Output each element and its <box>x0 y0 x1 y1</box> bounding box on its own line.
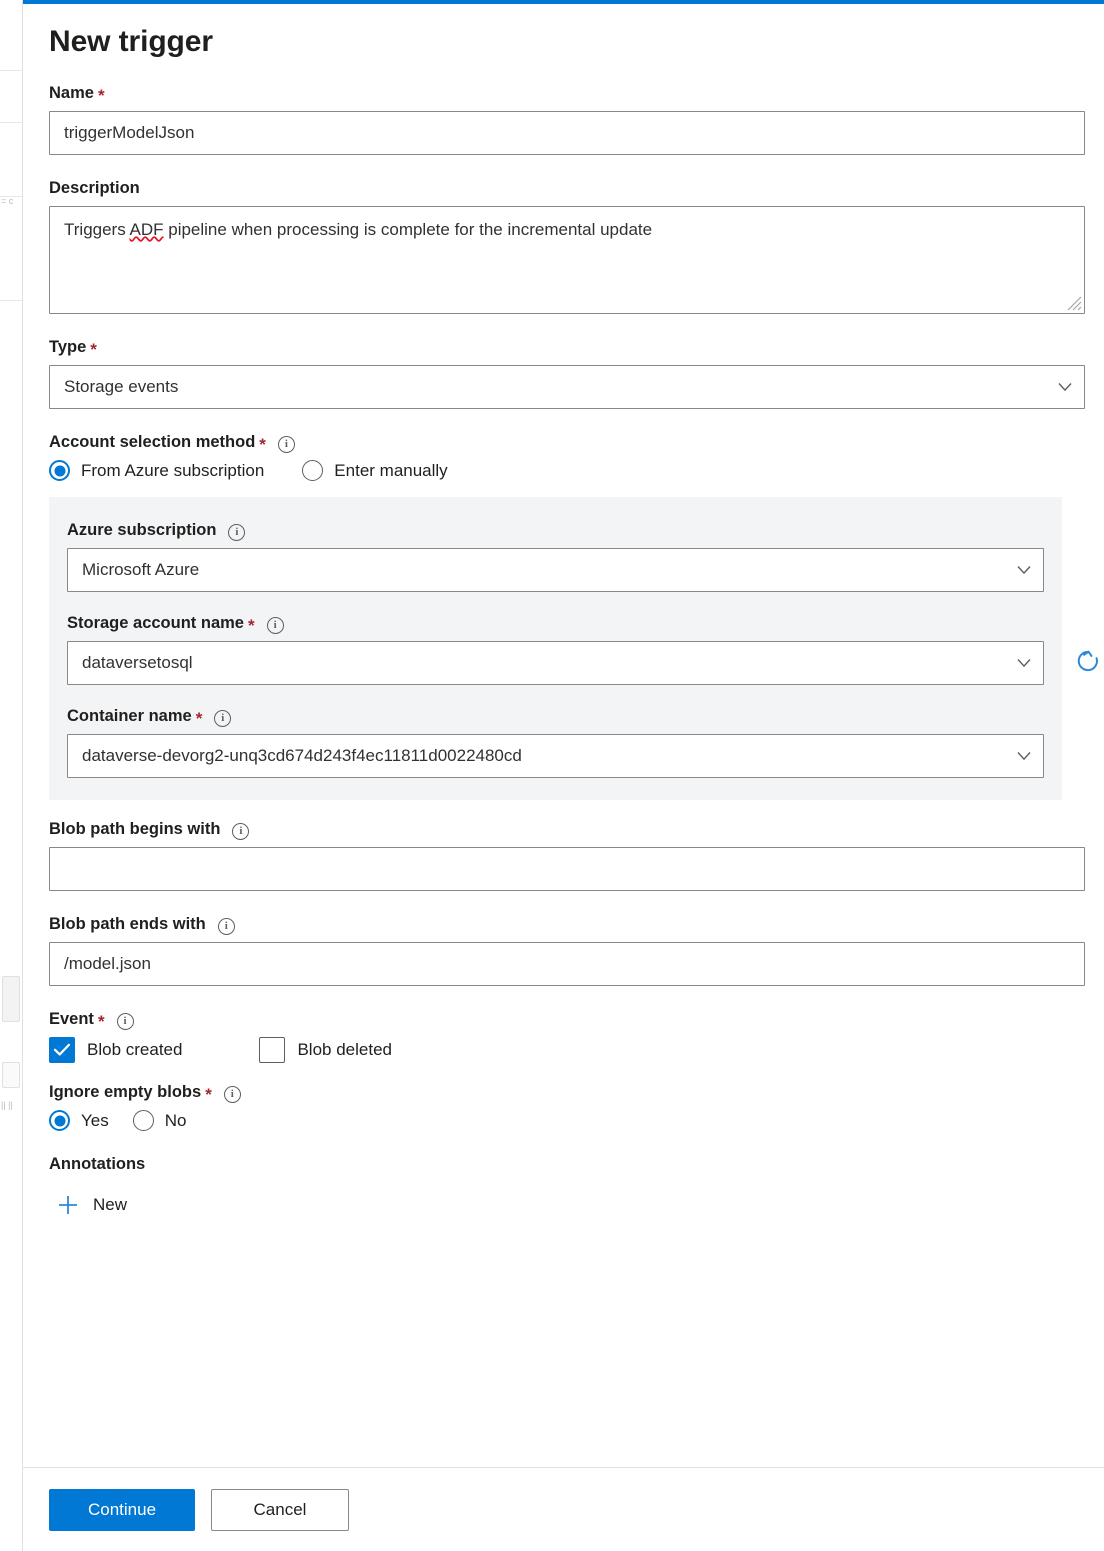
description-label-text: Description <box>49 177 140 199</box>
description-text-pre: Triggers <box>64 220 130 239</box>
blade-footer: Continue Cancel <box>23 1467 1104 1551</box>
description-misspelled-word: ADF <box>130 220 164 239</box>
blob-path-begins-with-label-text: Blob path begins with <box>49 818 220 840</box>
description-label: Description <box>49 177 1085 199</box>
type-label-text: Type <box>49 336 86 358</box>
refresh-icon[interactable] <box>1074 647 1102 675</box>
field-blob-path-begins-with: Blob path begins with i <box>49 818 1085 891</box>
blade-body: New trigger Name * Description Triggers <box>23 4 1104 1467</box>
info-icon[interactable]: i <box>278 436 295 453</box>
checkbox-label-blob-deleted: Blob deleted <box>297 1040 392 1060</box>
account-selection-required-asterisk: * <box>259 436 266 453</box>
storage-account-name-dropdown[interactable]: dataversetosql <box>67 641 1044 685</box>
radio-label-enter-manually: Enter manually <box>334 461 447 481</box>
field-description: Description Triggers ADF pipeline when p… <box>49 177 1085 314</box>
ignore-empty-blobs-required-asterisk: * <box>205 1086 212 1103</box>
type-required-asterisk: * <box>90 341 97 358</box>
type-label: Type * <box>49 336 1085 358</box>
blob-path-begins-with-label: Blob path begins with i <box>49 818 1085 840</box>
annotations-label-text: Annotations <box>49 1153 145 1175</box>
event-label: Event * i <box>49 1008 1085 1030</box>
description-text-post: pipeline when processing is complete for… <box>164 220 653 239</box>
azure-subscription-dropdown[interactable]: Microsoft Azure <box>67 548 1044 592</box>
plus-icon <box>57 1194 79 1216</box>
checkbox-blob-created[interactable]: Blob created <box>49 1037 182 1063</box>
checkmark-icon <box>54 1043 71 1056</box>
info-icon[interactable]: i <box>224 1086 241 1103</box>
radio-from-azure-subscription[interactable]: From Azure subscription <box>49 460 264 481</box>
ignore-empty-blobs-label: Ignore empty blobs * i <box>49 1081 1085 1103</box>
event-label-text: Event <box>49 1008 94 1030</box>
blob-path-ends-with-input[interactable] <box>49 942 1085 986</box>
field-storage-account-name: Storage account name * i dataversetosql <box>67 612 1044 685</box>
radio-indicator-unselected[interactable] <box>133 1110 154 1131</box>
container-name-dropdown[interactable]: dataverse-devorg2-unq3cd674d243f4ec11811… <box>67 734 1044 778</box>
field-container-name: Container name * i dataverse-devorg2-unq… <box>67 705 1044 778</box>
screen: = c || || New trigger Name * <box>0 0 1104 1551</box>
radio-label-yes: Yes <box>81 1111 109 1131</box>
azure-account-subpanel: Azure subscription i Microsoft Azure <box>49 497 1062 800</box>
account-selection-radio-group: From Azure subscription Enter manually <box>49 460 1085 481</box>
field-blob-path-ends-with: Blob path ends with i <box>49 913 1085 986</box>
ignore-empty-blobs-radio-group: Yes No <box>49 1110 1085 1131</box>
azure-subscription-label-text: Azure subscription <box>67 519 216 541</box>
radio-enter-manually[interactable]: Enter manually <box>302 460 447 481</box>
field-ignore-empty-blobs: Ignore empty blobs * i Yes No <box>49 1081 1085 1131</box>
name-input[interactable] <box>49 111 1085 155</box>
radio-ignore-empty-blobs-no[interactable]: No <box>133 1110 187 1131</box>
info-icon[interactable]: i <box>267 617 284 634</box>
field-azure-subscription: Azure subscription i Microsoft Azure <box>67 519 1044 592</box>
event-required-asterisk: * <box>98 1013 105 1030</box>
info-icon[interactable]: i <box>117 1013 134 1030</box>
field-annotations: Annotations New <box>49 1153 1085 1221</box>
account-selection-method-label: Account selection method * i <box>49 431 1085 453</box>
add-annotation-button[interactable]: New <box>57 1194 127 1216</box>
info-icon[interactable]: i <box>228 524 245 541</box>
blob-path-ends-with-label: Blob path ends with i <box>49 913 1085 935</box>
new-trigger-blade: New trigger Name * Description Triggers <box>22 0 1104 1551</box>
info-icon[interactable]: i <box>232 823 249 840</box>
radio-ignore-empty-blobs-yes[interactable]: Yes <box>49 1110 109 1131</box>
radio-label-from-azure-subscription: From Azure subscription <box>81 461 264 481</box>
checkbox-indicator-unchecked[interactable] <box>259 1037 285 1063</box>
field-event: Event * i Blob created <box>49 1008 1085 1063</box>
page-title: New trigger <box>49 24 1085 60</box>
radio-indicator-unselected[interactable] <box>302 460 323 481</box>
description-textarea[interactable]: Triggers ADF pipeline when processing is… <box>49 206 1085 314</box>
background-app-layer: = c || || <box>0 0 24 1551</box>
continue-button[interactable]: Continue <box>49 1489 195 1531</box>
radio-label-no: No <box>165 1111 187 1131</box>
blob-path-begins-with-input[interactable] <box>49 847 1085 891</box>
azure-subscription-label: Azure subscription i <box>67 519 1044 541</box>
field-type: Type * Storage events <box>49 336 1085 409</box>
storage-account-name-label: Storage account name * i <box>67 612 1044 634</box>
container-name-required-asterisk: * <box>196 710 203 727</box>
cancel-button[interactable]: Cancel <box>211 1489 349 1531</box>
name-label: Name * <box>49 82 1085 104</box>
name-label-text: Name <box>49 82 94 104</box>
checkbox-label-blob-created: Blob created <box>87 1040 182 1060</box>
type-dropdown[interactable]: Storage events <box>49 365 1085 409</box>
event-checkbox-group: Blob created Blob deleted <box>49 1037 1085 1063</box>
ignore-empty-blobs-label-text: Ignore empty blobs <box>49 1081 201 1103</box>
storage-account-required-asterisk: * <box>248 617 255 634</box>
add-annotation-label: New <box>93 1195 127 1215</box>
account-selection-method-label-text: Account selection method <box>49 431 255 453</box>
info-icon[interactable]: i <box>218 918 235 935</box>
annotations-label: Annotations <box>49 1153 1085 1175</box>
name-required-asterisk: * <box>98 87 105 104</box>
checkbox-blob-deleted[interactable]: Blob deleted <box>259 1037 392 1063</box>
blob-path-ends-with-label-text: Blob path ends with <box>49 913 206 935</box>
container-name-label: Container name * i <box>67 705 1044 727</box>
container-name-label-text: Container name <box>67 705 192 727</box>
info-icon[interactable]: i <box>214 710 231 727</box>
field-account-selection-method: Account selection method * i From Azure … <box>49 431 1085 481</box>
field-name: Name * <box>49 82 1085 155</box>
radio-indicator-selected[interactable] <box>49 1110 70 1131</box>
storage-account-name-label-text: Storage account name <box>67 612 244 634</box>
checkbox-indicator-checked[interactable] <box>49 1037 75 1063</box>
radio-indicator-selected[interactable] <box>49 460 70 481</box>
